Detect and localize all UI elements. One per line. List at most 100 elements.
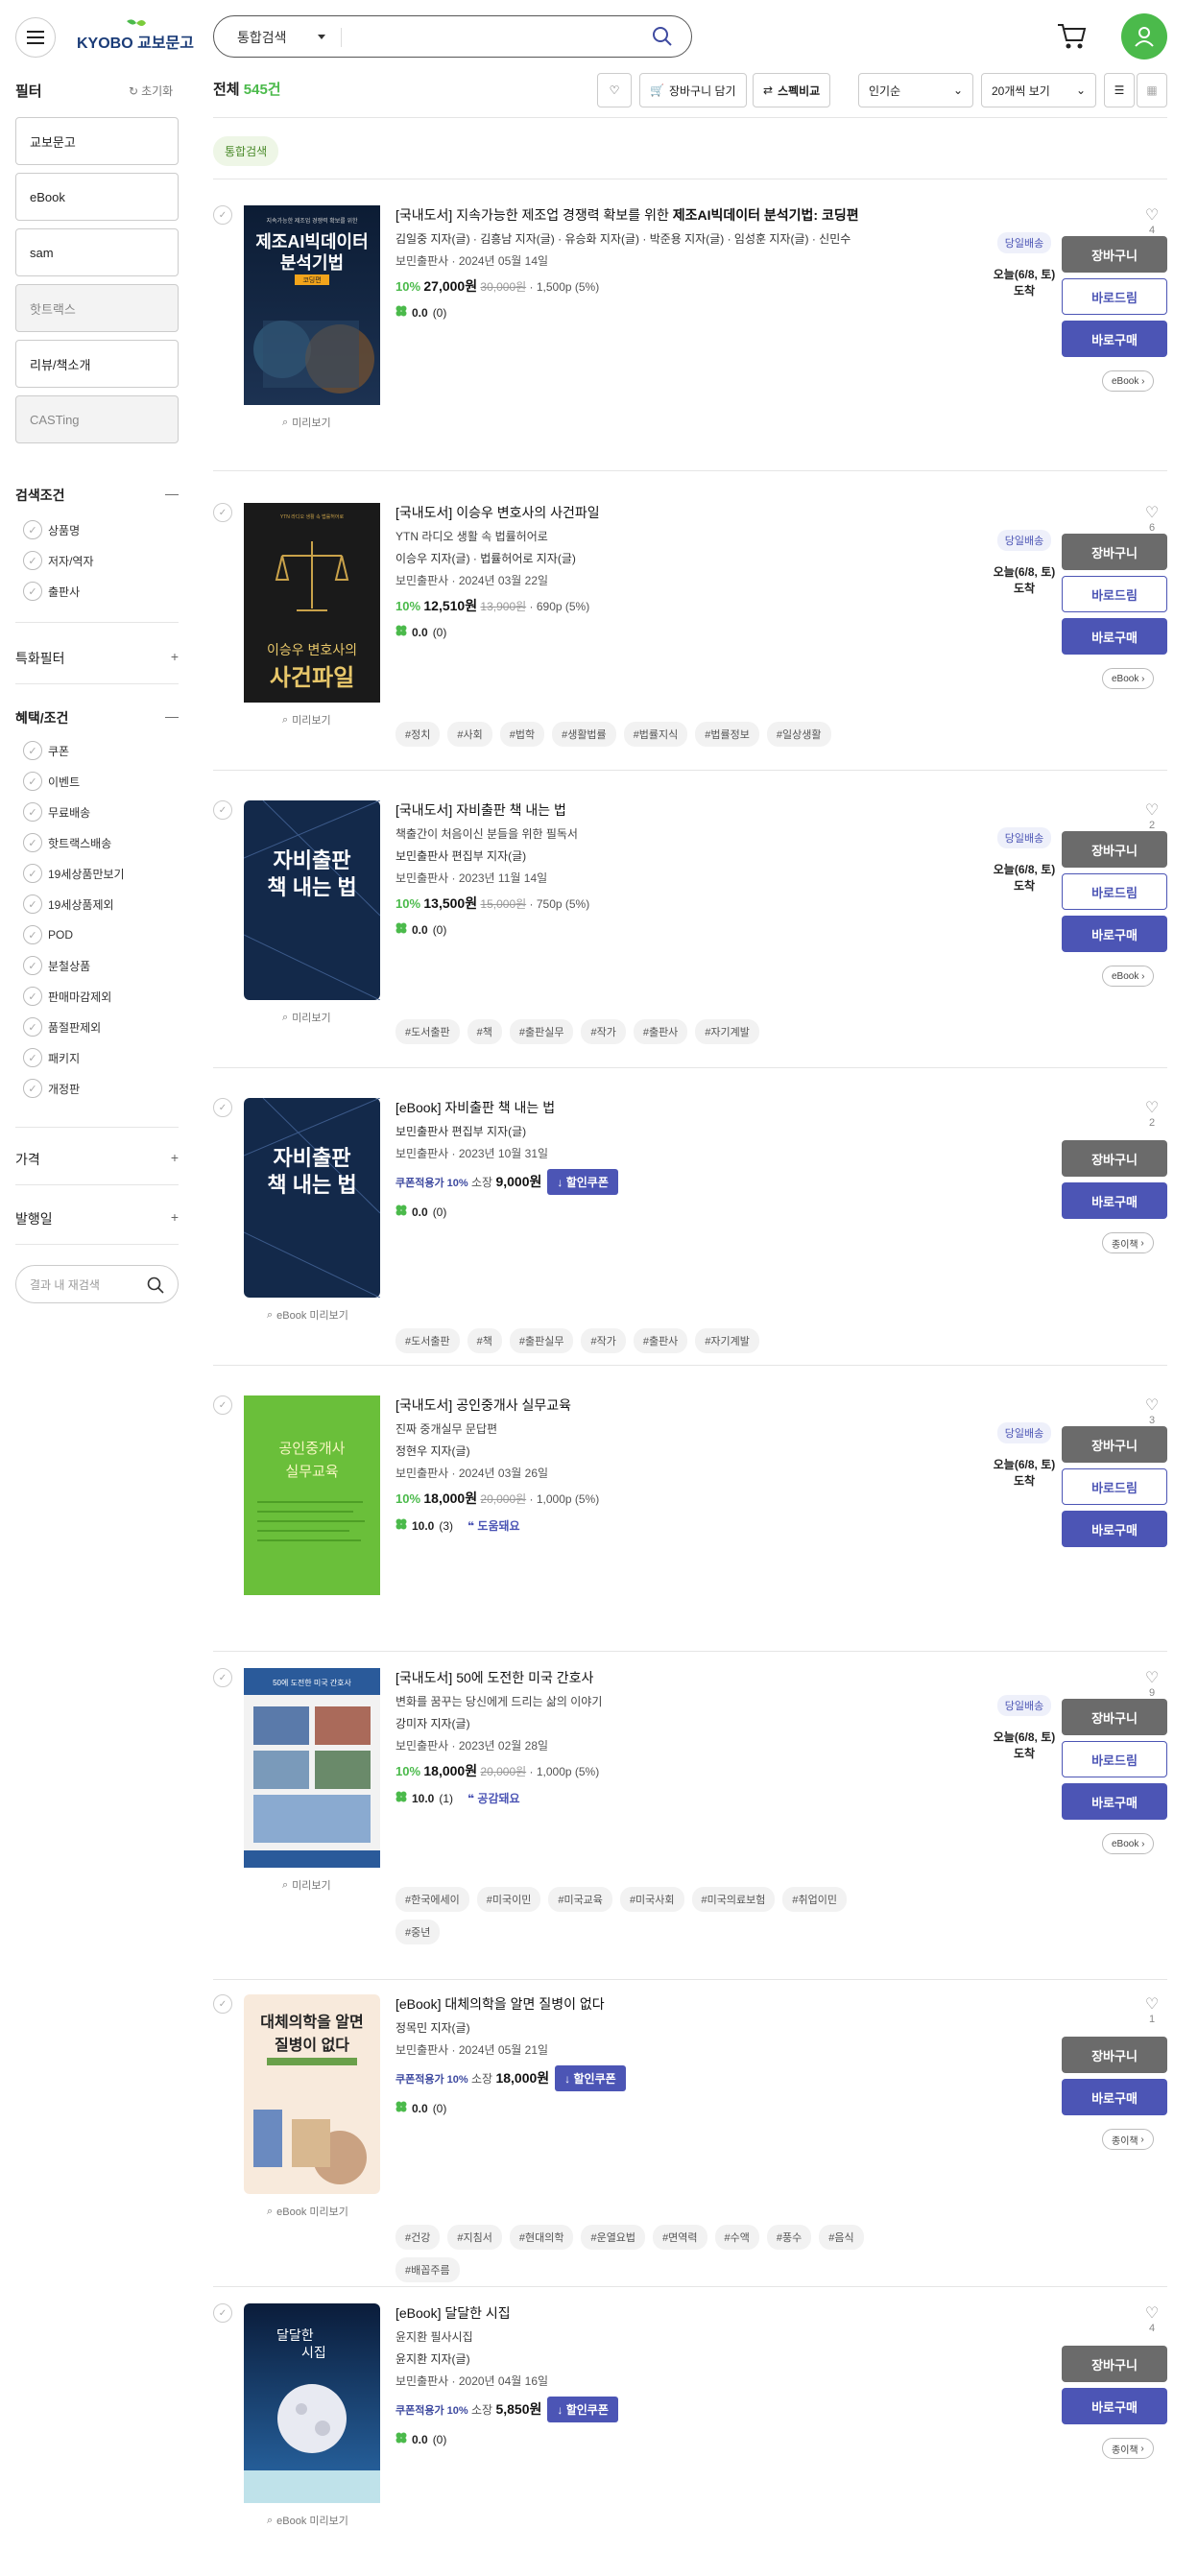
like-button[interactable]: ♡ 6 [1142,503,1162,534]
cart-button[interactable]: 장바구니 [1062,236,1167,273]
check-benefit[interactable]: ✓ POD [23,925,73,944]
check-benefit[interactable]: ✓ 패키지 [23,1048,80,1067]
keyword-tag[interactable]: #정치 [395,722,441,747]
book-cover[interactable]: 지속가능한 제조업 경쟁력 확보를 위한 제조AI빅데이터 분석기법 코딩편 [244,205,380,405]
filter-hottracks[interactable]: 핫트랙스 [15,284,179,332]
format-link[interactable]: 종이책 › [1102,2438,1154,2459]
search-scope-select[interactable]: 통합검색 [237,28,287,47]
preview-link[interactable]: ⌕ 미리보기 [282,1010,331,1025]
keyword-tag[interactable]: #건강 [395,2225,441,2250]
check-benefit[interactable]: ✓ 분철상품 [23,956,90,975]
check-benefit[interactable]: ✓ 품절판제외 [23,1017,101,1037]
keyword-tag[interactable]: #미국의료보험 [691,1887,776,1912]
format-link[interactable]: eBook › [1102,370,1155,392]
keyword-tag[interactable]: #자기계발 [695,1328,759,1353]
format-link[interactable]: 종이책 › [1102,2129,1154,2150]
select-checkbox[interactable]: ✓ [213,1098,232,1117]
preview-link[interactable]: ⌕ 미리보기 [282,1877,331,1893]
book-cover[interactable]: 자비출판 책 내는 법 [244,1098,380,1298]
check-benefit[interactable]: ✓ 19세상품만보기 [23,864,125,883]
price-header[interactable]: 가격 + [15,1150,179,1169]
wishlist-button[interactable]: ♡ [597,73,632,107]
keyword-tag[interactable]: #법학 [499,722,545,747]
add-to-cart-button[interactable]: 🛒 장바구니 담기 [639,73,747,107]
book-cover[interactable]: 공인중개사 실무교육 [244,1395,380,1595]
cart-button[interactable]: 장바구니 [1062,1140,1167,1177]
keyword-tag[interactable]: #책 [467,1328,502,1353]
discount-coupon-button[interactable]: ↓ 할인쿠폰 [555,2065,626,2091]
select-checkbox[interactable]: ✓ [213,1395,232,1415]
format-link[interactable]: eBook › [1102,966,1155,987]
item-authors[interactable]: 김일중 지자(글) · 김흥남 지자(글) · 유승화 지자(글) · 박준용 … [395,230,933,247]
keyword-tag[interactable]: #한국에세이 [395,1887,469,1912]
benefit-header[interactable]: 혜택/조건 — [15,708,179,727]
book-cover[interactable]: 달달한 시집 [244,2303,380,2503]
pickup-button[interactable]: 바로드림 [1062,1468,1167,1505]
spec-compare-button[interactable]: ⇄ 스펙비교 [753,73,831,107]
cart-button[interactable]: 장바구니 [1062,2037,1167,2073]
logo[interactable]: KYOBO 교보문고 [77,17,194,56]
preview-link[interactable]: ⌕ 미리보기 [282,712,331,727]
keyword-tag[interactable]: #작가 [581,1019,626,1044]
like-button[interactable]: ♡ 4 [1142,2303,1162,2334]
preview-link[interactable]: ⌕ eBook 미리보기 [267,1307,348,1323]
keyword-tag[interactable]: #미국교육 [548,1887,612,1912]
keyword-tag[interactable]: #법률정보 [695,722,759,747]
item-title[interactable]: [국내도서] 이승우 변호사의 사건파일 [395,503,933,522]
item-title[interactable]: [eBook] 대체의학을 알면 질병이 없다 [395,1994,933,2014]
keyword-tag[interactable]: #도서출판 [395,1019,460,1044]
keyword-tag[interactable]: #출판실무 [509,1019,574,1044]
check-benefit[interactable]: ✓ 무료배송 [23,802,90,822]
keyword-tag[interactable]: #배꼽주름 [395,2257,460,2282]
like-button[interactable]: ♡ 1 [1142,1994,1162,2025]
keyword-tag[interactable]: #중년 [395,1920,441,1944]
review-keyword[interactable]: ❝ 공감돼요 [467,1790,520,1806]
keyword-tag[interactable]: #현대의학 [509,2225,574,2250]
select-checkbox[interactable]: ✓ [213,1668,232,1687]
active-tag[interactable]: 통합검색 [213,136,279,166]
check-benefit[interactable]: ✓ 핫트랙스배송 [23,833,111,852]
special-filter-header[interactable]: 특화필터 + [15,649,179,668]
keyword-tag[interactable]: #면역력 [653,2225,707,2250]
buy-now-button[interactable]: 바로구매 [1062,1182,1167,1219]
item-authors[interactable]: 정현우 지자(글) [395,1443,933,1459]
preview-link[interactable]: ⌕ eBook 미리보기 [267,2204,348,2219]
preview-link[interactable]: ⌕ 미리보기 [282,415,331,430]
keyword-tag[interactable]: #책 [467,1019,502,1044]
keyword-tag[interactable]: #출판실무 [509,1328,574,1353]
keyword-tag[interactable]: #풍수 [766,2225,812,2250]
discount-coupon-button[interactable]: ↓ 할인쿠폰 [547,2397,618,2422]
check-benefit[interactable]: ✓ 쿠폰 [23,741,69,760]
filter-sam[interactable]: sam [15,228,179,276]
format-link[interactable]: 종이책 › [1102,1232,1154,1253]
buy-now-button[interactable]: 바로구매 [1062,1511,1167,1547]
format-link[interactable]: eBook › [1102,668,1155,689]
sort-select[interactable]: 인기순 ⌄ [858,73,973,107]
buy-now-button[interactable]: 바로구매 [1062,1783,1167,1820]
keyword-tag[interactable]: #자기계발 [695,1019,759,1044]
check-author[interactable]: ✓ 저자/역자 [23,551,94,570]
filter-casting[interactable]: CASTing [15,395,179,443]
buy-now-button[interactable]: 바로구매 [1062,916,1167,952]
keyword-tag[interactable]: #운열요법 [581,2225,646,2250]
like-button[interactable]: ♡ 4 [1142,205,1162,236]
search-icon[interactable] [147,1276,164,1294]
keyword-tag[interactable]: #작가 [581,1328,626,1353]
menu-button[interactable] [15,17,56,58]
book-cover[interactable]: 50에 도전한 미국 간호사 [244,1668,380,1868]
check-product-name[interactable]: ✓ 상품명 [23,520,80,539]
pickup-button[interactable]: 바로드림 [1062,1741,1167,1777]
book-cover[interactable]: 자비출판 책 내는 법 [244,800,380,1000]
book-cover[interactable]: YTN 라디오 생활 속 법률허어로 이승우 변호사의 사건파일 [244,503,380,703]
item-authors[interactable]: 윤지환 지자(글) [395,2350,933,2367]
keyword-tag[interactable]: #출판사 [633,1019,688,1044]
item-title[interactable]: [eBook] 달달한 시집 [395,2303,933,2323]
item-authors[interactable]: 강미자 지자(글) [395,1715,933,1731]
check-benefit[interactable]: ✓ 19세상품제외 [23,894,114,914]
select-checkbox[interactable]: ✓ [213,800,232,820]
in-result-search[interactable]: 결과 내 재검색 [15,1265,179,1303]
item-authors[interactable]: 이승우 지자(글) · 법률허어로 지자(글) [395,550,933,566]
user-icon[interactable] [1121,13,1167,60]
buy-now-button[interactable]: 바로구매 [1062,321,1167,357]
pickup-button[interactable]: 바로드림 [1062,278,1167,315]
